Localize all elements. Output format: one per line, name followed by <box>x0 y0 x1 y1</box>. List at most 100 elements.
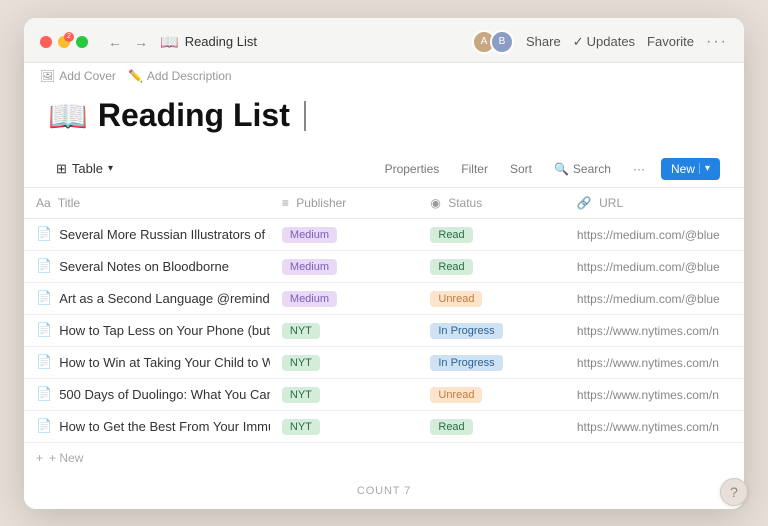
url-text: https://medium.com/@blue <box>577 292 720 306</box>
image-icon: 🖼 <box>40 69 55 83</box>
search-label: Search <box>573 162 611 176</box>
new-dropdown-arrow[interactable]: ▾ <box>699 163 710 174</box>
filter-button[interactable]: Filter <box>455 159 494 179</box>
add-row-button[interactable]: + + New <box>24 443 744 473</box>
count-value: 7 <box>404 485 411 497</box>
sort-label: Sort <box>510 162 532 176</box>
status-badge: In Progress <box>430 355 502 371</box>
title-area: 📖 Reading List <box>160 33 464 51</box>
window-title: Reading List <box>185 34 257 49</box>
table-row[interactable]: 📄 Art as a Second Language @remind t Mediu… <box>24 282 744 314</box>
table-row[interactable]: 📄Several Notes on BloodborneMediumReadht… <box>24 250 744 282</box>
add-cover-button[interactable]: 🖼 Add Cover <box>40 69 116 83</box>
publisher-badge: Medium <box>282 259 337 275</box>
count-row: COUNT 7 <box>24 473 744 509</box>
text-cursor <box>304 101 306 131</box>
doc-icon: 📄 <box>36 258 52 274</box>
status-badge: Read <box>430 259 472 275</box>
updates-button[interactable]: ✓ Updates <box>573 34 635 50</box>
nav-buttons: ← → <box>104 32 152 52</box>
count-label: COUNT <box>357 485 400 497</box>
status-badge: Unread <box>430 387 482 403</box>
list-icon: ≡ <box>282 196 289 210</box>
url-text: https://medium.com/@blue <box>577 228 720 242</box>
favorite-label: Favorite <box>647 34 694 49</box>
row-title: How to Tap Less on Your Phone (but <box>59 323 270 338</box>
status-badge: In Progress <box>430 323 502 339</box>
page-toolbar: 🖼 Add Cover ✏️ Add Description <box>24 63 744 89</box>
table-toolbar-right: Properties Filter Sort 🔍 Search ··· New … <box>379 158 720 180</box>
page-title-icon: 📖 <box>48 97 88 135</box>
publisher-badge: NYT <box>282 355 320 371</box>
col-status-label: Status <box>448 196 482 210</box>
share-button[interactable]: Share <box>526 34 561 49</box>
share-label: Share <box>526 34 561 49</box>
more-options-button[interactable]: ··· <box>627 159 651 179</box>
titlebar: ← → 📖 Reading List A B Share ✓ Updates F… <box>24 18 744 63</box>
publisher-badge: Medium <box>282 227 337 243</box>
table-container: Aa Title ≡ Publisher ◉ Status 🔗 URL <box>24 188 744 509</box>
col-url-label: URL <box>599 196 623 210</box>
table-row[interactable]: 📄How to Get the Best From Your ImmuNYTRe… <box>24 410 744 442</box>
more-button[interactable]: ··· <box>706 33 728 51</box>
add-description-label: Add Description <box>147 69 232 83</box>
table-row[interactable]: 📄How to Tap Less on Your Phone (butNYTIn… <box>24 314 744 346</box>
new-label: New <box>671 162 695 176</box>
filter-label: Filter <box>461 162 488 176</box>
table-toolbar: ⊞ Table ▾ Properties Filter Sort 🔍 Searc… <box>24 151 744 188</box>
chevron-down-icon: ▾ <box>108 163 113 174</box>
doc-icon: 📄 <box>36 354 52 370</box>
col-publisher-label: Publisher <box>296 196 346 210</box>
new-button[interactable]: New ▾ <box>661 158 720 180</box>
status-badge: Read <box>430 227 472 243</box>
properties-button[interactable]: Properties <box>379 159 446 179</box>
url-text: https://www.nytimes.com/n <box>577 420 719 434</box>
url-text: https://medium.com/@blue <box>577 260 720 274</box>
data-table: Aa Title ≡ Publisher ◉ Status 🔗 URL <box>24 188 744 443</box>
text-icon: ✏️ <box>128 69 143 83</box>
traffic-lights <box>40 36 88 48</box>
favorite-button[interactable]: Favorite <box>647 34 694 49</box>
col-header-status: ◉ Status <box>418 188 564 219</box>
link-icon: 🔗 <box>577 196 592 210</box>
row-title: Several More Russian Illustrators of I <box>59 227 270 242</box>
publisher-badge: Medium <box>282 291 337 307</box>
table-header-row: Aa Title ≡ Publisher ◉ Status 🔗 URL <box>24 188 744 219</box>
add-row-label: + New <box>49 451 83 465</box>
publisher-badge: NYT <box>282 419 320 435</box>
plus-icon: + <box>36 451 43 465</box>
table-icon: ⊞ <box>56 161 67 177</box>
titlebar-actions: A B Share ✓ Updates Favorite ··· <box>472 30 728 54</box>
row-title: Art as a Second Language @remind t <box>59 291 270 306</box>
add-cover-label: Add Cover <box>59 69 116 83</box>
help-button[interactable]: ? <box>720 478 748 506</box>
table-view-label: Table <box>72 161 103 176</box>
add-description-button[interactable]: ✏️ Add Description <box>128 69 232 83</box>
publisher-badge: NYT <box>282 387 320 403</box>
check-icon: ✓ <box>573 34 584 50</box>
aa-icon: Aa <box>36 196 51 210</box>
avatar-group: A B <box>472 30 514 54</box>
sort-button[interactable]: Sort <box>504 159 538 179</box>
back-button[interactable]: ← <box>104 32 126 52</box>
table-body: 📄 Several More Russian Illustrators of I M… <box>24 218 744 442</box>
forward-button[interactable]: → <box>130 32 152 52</box>
table-row[interactable]: 📄Several More Russian Illustrators of IM… <box>24 218 744 250</box>
row-title: How to Win at Taking Your Child to W <box>59 355 270 370</box>
minimize-button[interactable] <box>58 36 70 48</box>
table-row[interactable]: 📄 How to Win at Taking Your Child to W NYT… <box>24 346 744 378</box>
close-button[interactable] <box>40 36 52 48</box>
row-title: 500 Days of Duolingo: What You Can <box>59 387 270 402</box>
table-row[interactable]: 📄500 Days of Duolingo: What You CanNYTUn… <box>24 378 744 410</box>
table-view-button[interactable]: ⊞ Table ▾ <box>48 157 121 181</box>
doc-icon: 📄 <box>36 290 52 306</box>
publisher-badge: NYT <box>282 323 320 339</box>
row-title: How to Get the Best From Your Immu <box>59 419 270 434</box>
status-icon: ◉ <box>430 196 440 210</box>
col-header-title: Aa Title <box>24 188 270 219</box>
maximize-button[interactable] <box>76 36 88 48</box>
doc-icon: 📄 <box>36 418 52 434</box>
page-header: 📖 Reading List <box>24 89 744 151</box>
search-button[interactable]: 🔍 Search <box>548 159 617 179</box>
avatar-2: B <box>490 30 514 54</box>
